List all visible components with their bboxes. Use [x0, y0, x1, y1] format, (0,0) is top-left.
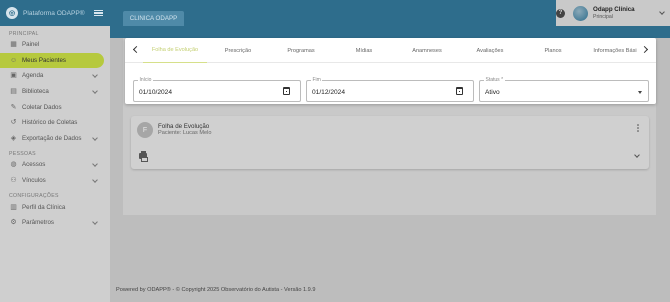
pencil-icon: ✎	[10, 103, 17, 111]
chevron-down-icon	[92, 176, 98, 183]
sidebar-item-meus-pacientes[interactable]: ☺ Meus Pacientes	[0, 52, 104, 69]
chevron-down-icon	[92, 87, 98, 94]
chevron-down-icon[interactable]	[634, 152, 640, 158]
globe-icon: ◍	[10, 161, 17, 169]
sidebar-item-vinculos[interactable]: ⚇ Vínculos	[0, 173, 110, 189]
calendar-icon: ▣	[10, 72, 17, 80]
status-value: Ativo	[485, 89, 500, 96]
tab-bar: Folha de Evolução Prescrição Programas M…	[125, 38, 656, 63]
sidebar-item-label: Acessos	[22, 161, 46, 169]
sidebar-item-label: Agenda	[22, 72, 44, 80]
sidebar-header: ◎ Plataforma ODAPP®	[0, 0, 110, 26]
sidebar-item-exportacao[interactable]: ◈ Exportação de Dados	[0, 131, 110, 147]
chevron-down-icon	[92, 134, 98, 141]
sheet-title: Folha de Evolução	[158, 123, 210, 130]
sidebar: ◎ Plataforma ODAPP® PRINCIPAL ▦ Painel ☺…	[0, 0, 110, 302]
tab-avaliacoes[interactable]: Avaliações	[459, 38, 521, 63]
print-icon[interactable]	[139, 150, 148, 162]
dashboard-icon: ▦	[10, 41, 17, 49]
status-label: Status *	[484, 77, 505, 83]
avatar[interactable]	[573, 5, 588, 21]
tab-anamneses[interactable]: Anamneses	[396, 38, 458, 63]
user-role: Principal	[593, 14, 613, 20]
user-name: Odapp Clínica	[593, 6, 635, 13]
end-date-label: Fim	[311, 77, 323, 83]
chevron-down-icon	[92, 72, 98, 79]
history-icon: ↺	[10, 119, 17, 127]
help-icon[interactable]: ?	[556, 8, 565, 18]
export-icon: ◈	[10, 134, 17, 142]
chevron-down-icon	[92, 161, 98, 167]
calendar-icon[interactable]	[283, 87, 290, 95]
calendar-icon[interactable]	[456, 87, 463, 95]
sidebar-item-parametros[interactable]: ⚙ Parâmetros	[0, 215, 110, 231]
tab-prescricao[interactable]: Prescrição	[207, 38, 269, 63]
sidebar-item-painel[interactable]: ▦ Painel	[0, 37, 110, 53]
sidebar-item-label: Parâmetros	[22, 219, 54, 227]
sidebar-item-label: Exportação de Dados	[22, 134, 82, 142]
building-icon: ▥	[10, 203, 17, 211]
end-date-value: 01/12/2024	[312, 89, 346, 96]
start-date-value: 01/10/2024	[139, 89, 173, 96]
library-icon: ▤	[10, 88, 17, 96]
header-band	[110, 26, 670, 38]
start-date-label: Início	[138, 77, 153, 83]
section-pessoas: PESSOAS	[9, 151, 36, 158]
start-date-field[interactable]: Início 01/10/2024	[133, 77, 301, 102]
section-principal: PRINCIPAL	[9, 31, 39, 37]
tab-programas[interactable]: Programas	[270, 38, 332, 63]
sidebar-item-label: Histórico de Coletas	[22, 119, 78, 127]
sidebar-item-historico-coletas[interactable]: ↺ Histórico de Coletas	[0, 115, 110, 131]
link-icon: ⚇	[10, 177, 17, 185]
sidebar-item-perfil-clinica[interactable]: ▥ Perfil da Clínica	[0, 199, 110, 215]
tab-midias[interactable]: Mídias	[333, 38, 395, 63]
sidebar-item-acessos[interactable]: ◍ Acessos	[0, 157, 110, 173]
top-bar: CLINICA ODAPP ? Odapp Clínica Principal	[110, 0, 670, 26]
sidebar-item-label: Painel	[22, 41, 40, 49]
sidebar-item-label: Perfil da Clínica	[22, 203, 66, 211]
end-date-field[interactable]: Fim 01/12/2024	[306, 77, 474, 102]
patients-icon: ☺	[10, 56, 18, 64]
footer-text: Powered by ODAPP® - © Copyright 2025 Obs…	[116, 287, 316, 293]
more-options-icon[interactable]	[637, 124, 639, 132]
tab-planos[interactable]: Planos	[522, 38, 584, 63]
tab-folha-evolucao[interactable]: Folha de Evolução	[143, 38, 207, 63]
chevron-left-icon[interactable]	[132, 45, 141, 54]
sidebar-item-coletar-dados[interactable]: ✎ Coletar Dados	[0, 99, 110, 115]
sheet-patient: Paciente: Lucas Melo	[158, 130, 212, 136]
sidebar-item-label: Coletar Dados	[22, 103, 62, 111]
tab-informacoes-basicas[interactable]: Informações Bási	[585, 38, 645, 63]
sidebar-item-label: Vínculos	[22, 177, 46, 185]
evolution-sheet-card[interactable]: F Folha de Evolução Paciente: Lucas Melo	[131, 116, 649, 169]
sidebar-item-label: Biblioteca	[22, 88, 49, 96]
menu-toggle-icon[interactable]	[94, 9, 103, 17]
patient-tabs-card: Folha de Evolução Prescrição Programas M…	[125, 38, 656, 104]
sidebar-item-label: Meus Pacientes	[22, 56, 67, 64]
sidebar-item-agenda[interactable]: ▣ Agenda	[0, 68, 110, 84]
sidebar-item-biblioteca[interactable]: ▤ Biblioteca	[0, 84, 110, 100]
sheet-avatar: F	[137, 122, 153, 138]
caret-down-icon	[638, 91, 642, 94]
clinic-tab[interactable]: CLINICA ODAPP	[123, 11, 184, 26]
user-area: ? Odapp Clínica Principal	[556, 0, 670, 26]
app-title: Plataforma ODAPP®	[23, 9, 85, 17]
chevron-down-icon[interactable]	[659, 9, 665, 15]
status-select[interactable]: Status * Ativo	[479, 77, 649, 102]
settings-icon: ⚙	[10, 219, 17, 227]
logo-icon: ◎	[6, 7, 18, 19]
chevron-down-icon	[92, 219, 98, 225]
section-configuracoes: CONFIGURAÇÕES	[9, 193, 59, 200]
